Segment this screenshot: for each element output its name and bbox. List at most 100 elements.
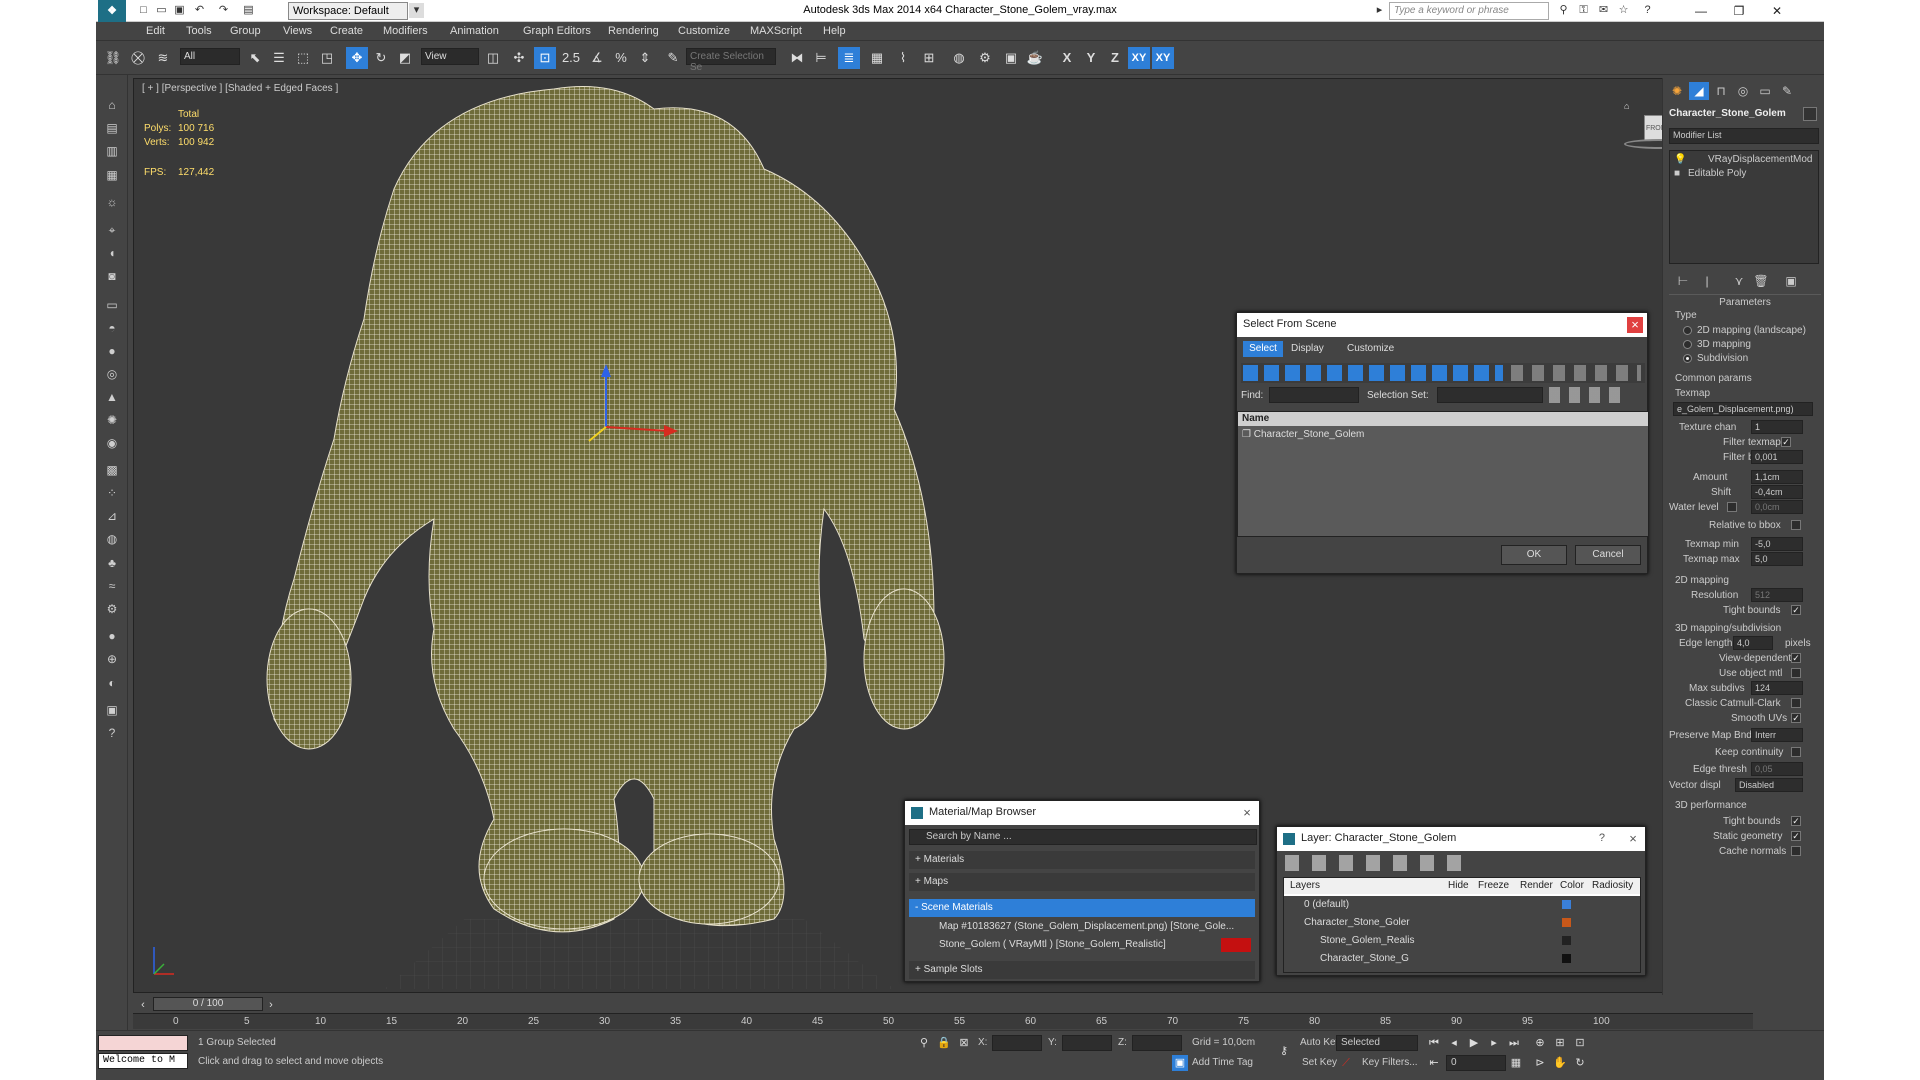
prev-frame-icon[interactable]: ‹ [135, 997, 151, 1013]
schematic-view-icon[interactable]: ⊞ [918, 47, 940, 69]
x-coord-input[interactable] [992, 1035, 1042, 1051]
go-to-start-icon[interactable]: ⏮ [1426, 1035, 1442, 1051]
scene-material-item[interactable]: Stone_Golem ( VRayMtl ) [Stone_Golem_Rea… [909, 936, 1255, 954]
axis-z-button[interactable]: Z [1104, 47, 1126, 69]
menu-views[interactable]: Views [283, 25, 312, 37]
scene-object-row[interactable]: ❐ Character_Stone_Golem [1242, 429, 1364, 440]
menu-help[interactable]: Help [823, 25, 846, 37]
filter-blur-input[interactable]: 0,001 [1751, 450, 1803, 464]
keyword-search-input[interactable]: Type a keyword or phrase [1389, 2, 1549, 20]
tab-customize[interactable]: Customize [1347, 343, 1394, 354]
pin-stack-icon[interactable]: ⊢ [1673, 272, 1693, 290]
menu-customize[interactable]: Customize [678, 25, 730, 37]
cone-icon[interactable]: ▲ [102, 387, 122, 407]
link-icon[interactable]: ⛓ [102, 47, 124, 69]
named-selection-set-input[interactable]: Create Selection Se [686, 48, 776, 73]
key-icon[interactable]: ⚷ [1276, 1043, 1292, 1059]
vector-displ-dropdown[interactable]: Disabled [1735, 778, 1803, 792]
sun-icon[interactable]: ✺ [102, 410, 122, 430]
select-and-scale-icon[interactable]: ◩ [394, 47, 416, 69]
layer-row[interactable]: 0 (default) [1284, 896, 1640, 914]
hemisphere-icon[interactable]: ◓ [102, 318, 122, 338]
col-freeze[interactable]: Freeze [1478, 880, 1509, 891]
classic-catmull-clark-checkbox[interactable] [1791, 698, 1801, 708]
keep-continuity-checkbox[interactable] [1791, 747, 1801, 757]
mesh-grid-icon[interactable]: ▩ [102, 460, 122, 480]
rectangular-selection-icon[interactable]: ⬚ [292, 47, 314, 69]
environment-icon[interactable]: ◐ [102, 673, 122, 693]
key-filter-icon[interactable]: ⟋ [1338, 1055, 1354, 1071]
display-tab-icon[interactable]: ▭ [1755, 82, 1775, 100]
materials-group[interactable]: + Materials [909, 851, 1255, 869]
scene-material-item[interactable]: Map #10183627 (Stone_Golem_Displacement.… [909, 918, 1255, 936]
help-icon[interactable]: ? [1599, 832, 1605, 844]
water-level-checkbox[interactable] [1727, 502, 1737, 512]
layer-explorer-icon[interactable]: ▥ [102, 141, 122, 161]
browser-search-input[interactable]: Search by Name ... [909, 829, 1257, 845]
layer-row[interactable]: Character_Stone_Goler [1284, 914, 1640, 932]
orbit-icon[interactable]: ↻ [1572, 1055, 1588, 1071]
close-icon[interactable]: × [1627, 317, 1643, 333]
resolution-input[interactable]: 512 [1751, 588, 1803, 602]
auto-key-button[interactable]: Auto Key [1300, 1037, 1341, 1048]
selection-lock-icon[interactable]: 🔒 [936, 1035, 952, 1051]
maxscript-listener-input[interactable] [98, 1035, 188, 1051]
type-2d-radio[interactable] [1683, 326, 1692, 335]
object-color-swatch[interactable] [1803, 107, 1817, 121]
amount-input[interactable]: 1,1cm [1751, 470, 1803, 484]
texmap-min-input[interactable]: -5,0 [1751, 537, 1803, 551]
select-by-name-icon[interactable]: ☰ [268, 47, 290, 69]
subscription-icon[interactable]: ⚿ [1576, 3, 1591, 18]
selection-set-dropdown[interactable] [1437, 387, 1543, 403]
sample-slots-group[interactable]: + Sample Slots [909, 961, 1255, 979]
axis-x-button[interactable]: X [1056, 47, 1078, 69]
hair-fur-icon[interactable]: ≈ [102, 576, 122, 596]
utilities-tab-icon[interactable]: ✎ [1777, 82, 1797, 100]
edge-thresh-input[interactable]: 0,05 [1751, 762, 1803, 776]
go-to-end-icon[interactable]: ⏭ [1506, 1035, 1522, 1051]
snap-toggle-icon[interactable]: 2.5 [560, 47, 582, 69]
close-icon[interactable]: × [1625, 831, 1641, 847]
pivot-center-icon[interactable]: ◫ [482, 47, 504, 69]
foliage-icon[interactable]: ♣ [102, 553, 122, 573]
scene-explorer-icon[interactable]: ▦ [102, 165, 122, 185]
time-slider[interactable]: 0 / 100 [153, 997, 263, 1011]
smooth-uvs-checkbox[interactable]: ✓ [1791, 713, 1801, 723]
previous-key-icon[interactable]: ◂ [1446, 1035, 1462, 1051]
layer-color-swatch[interactable] [1562, 936, 1571, 945]
axis-xy-button[interactable]: XY [1128, 47, 1150, 69]
set-key-button[interactable]: Set Key [1302, 1057, 1337, 1068]
curve-editor-icon[interactable]: ⌇ [892, 47, 914, 69]
z-coord-input[interactable] [1132, 1035, 1182, 1051]
time-tag-icon[interactable]: ▣ [1172, 1055, 1188, 1071]
texture-chan-input[interactable]: 1 [1751, 420, 1803, 434]
tight-bounds-2d-checkbox[interactable]: ✓ [1791, 605, 1801, 615]
col-color[interactable]: Color [1560, 880, 1584, 891]
play-icon[interactable]: ▶ [1466, 1035, 1482, 1051]
display-filter-icons[interactable] [1243, 365, 1503, 381]
render-icon[interactable]: ◙ [102, 266, 122, 286]
time-config-icon[interactable]: ▦ [1508, 1055, 1524, 1071]
object-name-field[interactable]: Character_Stone_Golem [1669, 108, 1786, 119]
material-ball-icon[interactable]: ● [102, 626, 122, 646]
reference-coordinate-dropdown[interactable]: View [421, 48, 479, 65]
ok-button[interactable]: OK [1501, 545, 1567, 565]
next-key-icon[interactable]: ▸ [1486, 1035, 1502, 1051]
layer-row[interactable]: Character_Stone_G [1284, 950, 1640, 968]
col-layers[interactable]: Layers [1290, 880, 1320, 891]
selection-set-icons[interactable] [1549, 387, 1629, 403]
help-circle-icon[interactable]: ? [102, 723, 122, 743]
render-setup-icon[interactable]: ⚙ [974, 47, 996, 69]
menu-tools[interactable]: Tools [186, 25, 212, 37]
col-render[interactable]: Render [1520, 880, 1553, 891]
show-end-result-icon[interactable]: | [1697, 272, 1717, 290]
water-level-input[interactable]: 0,0cm [1751, 500, 1803, 514]
shift-input[interactable]: -0,4cm [1751, 485, 1803, 499]
name-column-header[interactable]: Name [1238, 412, 1648, 426]
layer-color-swatch[interactable] [1562, 918, 1571, 927]
box-primitive-icon[interactable]: ▭ [102, 295, 122, 315]
preserve-map-bnd-dropdown[interactable]: Interr [1751, 728, 1803, 742]
menu-animation[interactable]: Animation [450, 25, 499, 37]
bind-space-warp-icon[interactable]: ≋ [152, 47, 174, 69]
remove-modifier-icon[interactable]: 🗑 [1751, 272, 1771, 290]
